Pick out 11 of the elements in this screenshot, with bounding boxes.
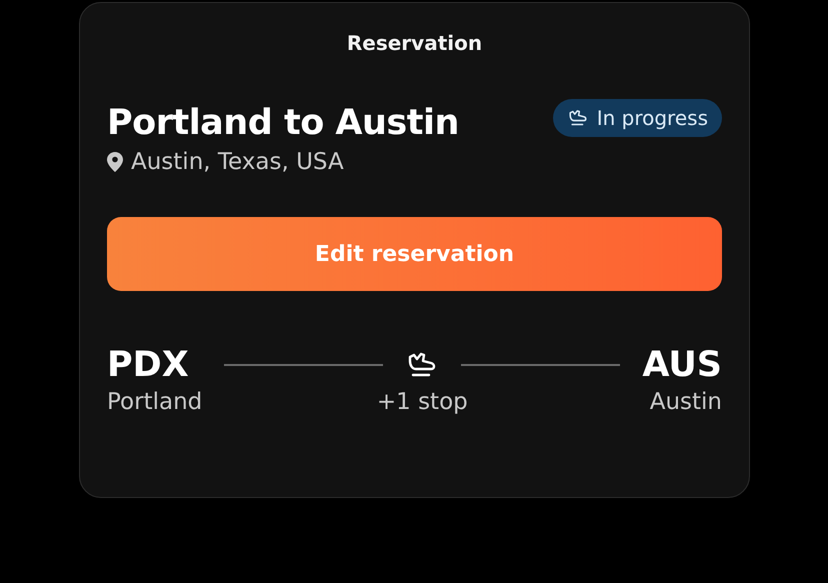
origin-code: PDX: [107, 344, 189, 387]
status-label: In progress: [596, 106, 708, 130]
trip-title: Portland to Austin: [107, 102, 459, 145]
destination-city: Austin: [650, 389, 722, 415]
location-text: Austin, Texas, USA: [131, 149, 344, 175]
stops-text: +1 stop: [376, 389, 468, 415]
origin-city: Portland: [107, 389, 202, 415]
destination-code: AUS: [642, 344, 722, 387]
edit-reservation-button[interactable]: Edit reservation: [107, 217, 722, 291]
card-title: Reservation: [346, 31, 484, 55]
location-pin-icon: [107, 152, 123, 172]
